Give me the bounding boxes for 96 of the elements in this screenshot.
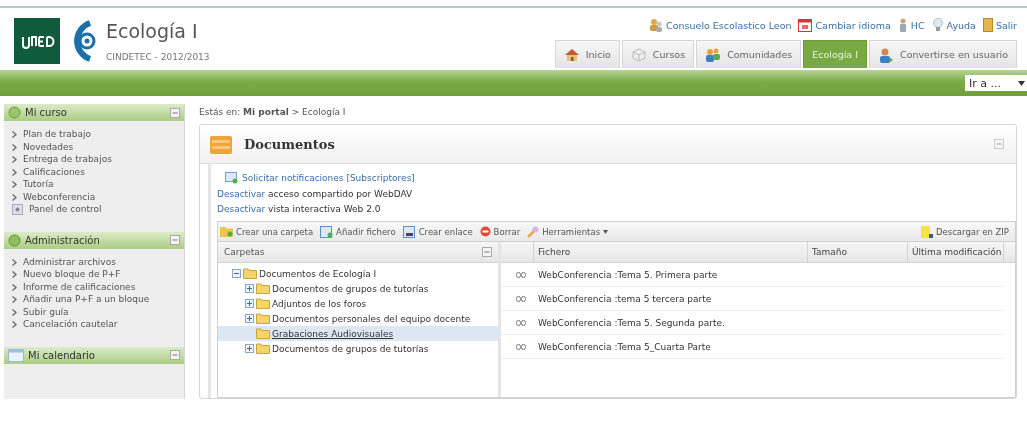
folder-icon xyxy=(256,298,270,309)
door-icon xyxy=(982,18,993,32)
tree-item[interactable]: Documentos personales del equipo docente xyxy=(218,311,498,326)
folder-icon xyxy=(256,313,270,324)
section-header[interactable]: Administración xyxy=(4,231,184,249)
nav-tab[interactable]: Comunidades xyxy=(696,40,802,68)
caret-icon xyxy=(1018,80,1025,86)
section-title: Mi curso xyxy=(25,107,67,118)
breadcrumb: Estás en: Mi portal > Ecología I xyxy=(199,106,347,117)
sidebar-link[interactable]: Novedades xyxy=(23,141,74,153)
person-icon xyxy=(897,18,908,32)
section-header[interactable]: Mi curso xyxy=(4,104,184,121)
user-link[interactable]: Cambiar idioma xyxy=(798,18,891,32)
download-button[interactable]: Descargar en ZIP xyxy=(920,225,1009,238)
user-link[interactable]: HC xyxy=(897,18,925,32)
sidebar-link[interactable]: Calificaciones xyxy=(23,166,85,178)
sidebar-link[interactable]: Panel de control xyxy=(29,204,102,216)
section-title: Administración xyxy=(25,234,100,246)
nav-tab[interactable]: Inicio xyxy=(554,40,620,68)
user-link[interactable]: Salir xyxy=(982,18,1017,32)
sidebar-link[interactable]: Plan de trabajo xyxy=(23,129,92,141)
link-icon xyxy=(516,343,526,350)
column-header: Carpetas xyxy=(224,247,265,257)
toggle-link[interactable]: Desactivar xyxy=(217,204,266,214)
folder-icon xyxy=(256,343,270,354)
uned-logo xyxy=(14,18,60,64)
toolbar-button[interactable]: Añadir fichero xyxy=(320,225,396,238)
folder-icon xyxy=(220,226,233,237)
zip-icon xyxy=(920,225,933,238)
tree-item[interactable]: Documentos de grupos de tutorías xyxy=(218,341,498,356)
file-name[interactable]: WebConferencia :tema 5 tercera parte xyxy=(538,293,712,304)
people-icon xyxy=(705,46,722,63)
tree-item[interactable]: Documentos de Ecología I xyxy=(218,266,498,281)
link-icon xyxy=(516,319,526,326)
collapse-icon xyxy=(170,350,180,360)
box-icon xyxy=(630,47,647,62)
panel-title: Documentos xyxy=(244,136,335,152)
sidebar-link[interactable]: Cancelación cautelar xyxy=(23,319,118,331)
folder-icon xyxy=(210,134,232,154)
expand-icon[interactable] xyxy=(245,314,254,323)
sidebar-link[interactable]: Subir guía xyxy=(23,306,69,318)
caret-icon xyxy=(603,229,609,234)
link-icon xyxy=(516,295,526,302)
nav-tab[interactable]: Convertirse en usuario xyxy=(869,40,1017,68)
document-icon xyxy=(402,225,416,238)
sidebar-link[interactable]: Tutoría xyxy=(23,179,54,191)
folder-icon xyxy=(243,268,257,279)
toolbar-button[interactable]: Borrar xyxy=(479,226,521,237)
sidebar-link[interactable]: Webconferencia xyxy=(23,191,96,203)
toolbar-button[interactable]: Crear enlace xyxy=(402,225,473,238)
toggle-link[interactable]: Desactivar xyxy=(217,189,266,199)
sidebar-link[interactable]: Informe de calificaciones xyxy=(23,281,136,293)
sidebar-link[interactable]: Añadir una P+F a un bloque xyxy=(23,294,150,306)
section-header[interactable]: Mi calendario xyxy=(4,346,184,364)
collapse-icon[interactable] xyxy=(232,269,241,278)
collapse-icon xyxy=(170,235,180,245)
collapse-icon xyxy=(482,247,492,257)
file-name[interactable]: WebConferencia :Tema 5_Cuarta Parte xyxy=(538,341,711,352)
section-title: Mi calendario xyxy=(28,349,95,361)
file-name[interactable]: WebConferencia :Tema 5. Segunda parte. xyxy=(538,317,725,328)
expand-icon[interactable] xyxy=(245,299,254,308)
option-text: acceso compartido por WebDAV xyxy=(268,189,413,199)
tree-item[interactable]: Grabaciones Audiovisuales xyxy=(218,326,498,341)
column-header: Tamaño xyxy=(807,242,907,262)
link-icon xyxy=(516,271,526,278)
notification-link[interactable]: Solicitar notificaciones [Subscriptores] xyxy=(242,173,415,183)
document-icon xyxy=(320,225,334,238)
wrench-icon xyxy=(527,225,540,238)
user-link[interactable]: Ayuda xyxy=(931,18,976,32)
option-text: vista interactiva Web 2.0 xyxy=(268,204,381,214)
collapse-icon xyxy=(170,107,180,118)
expand-icon[interactable] xyxy=(245,344,254,353)
file-name[interactable]: WebConferencia :Tema 5. Primera parte xyxy=(538,269,718,280)
people-icon xyxy=(649,18,664,32)
toolbar-button[interactable]: Crear una carpeta xyxy=(220,226,314,237)
expand-icon[interactable] xyxy=(245,284,254,293)
tree-item[interactable]: Documentos de grupos de tutorías xyxy=(218,281,498,296)
toolbar-button[interactable]: Herramientas xyxy=(527,225,609,238)
column-header: Fichero xyxy=(533,242,807,262)
user-link[interactable]: Consuelo Escolastico Leon xyxy=(649,18,792,32)
sidebar-link[interactable]: Nuevo bloque de P+F xyxy=(23,269,121,281)
goto-dropdown[interactable]: Ir a ... xyxy=(965,75,1027,91)
minimize-icon xyxy=(994,139,1004,149)
folder-icon xyxy=(256,283,270,294)
column-header: Última modificación xyxy=(907,242,1003,262)
person-icon xyxy=(878,46,894,63)
delete-icon xyxy=(479,226,491,237)
house-icon xyxy=(563,47,580,62)
folder-icon xyxy=(256,328,270,339)
nav-tab[interactable]: Cursos xyxy=(621,40,695,68)
course-subtitle: CINDETEC - 2012/2013 xyxy=(106,52,210,62)
sidebar-link[interactable]: Administrar archivos xyxy=(23,256,116,268)
course-title: Ecología I xyxy=(106,20,199,42)
sidebar-link[interactable]: Entrega de trabajos xyxy=(23,154,112,166)
tree-item[interactable]: Adjuntos de los foros xyxy=(218,296,498,311)
lightbulb-icon xyxy=(931,18,944,32)
